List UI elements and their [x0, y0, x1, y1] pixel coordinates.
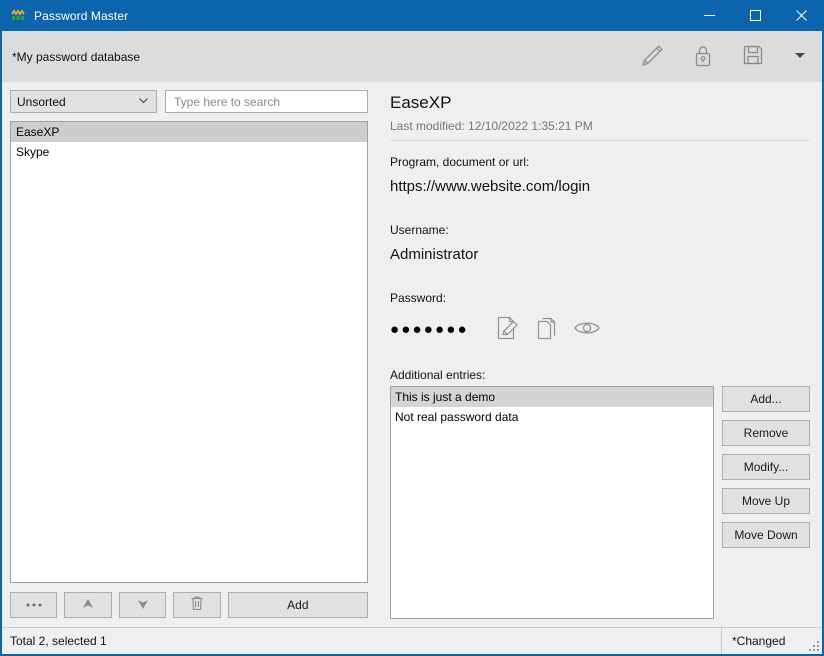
move-up-additional-button[interactable]: Move Up — [722, 488, 810, 514]
search-box[interactable] — [165, 90, 368, 113]
username-label: Username: — [390, 223, 449, 237]
url-value[interactable]: https://www.website.com/login — [390, 178, 810, 195]
edit-password-button[interactable] — [487, 313, 527, 345]
ellipsis-icon — [24, 598, 44, 612]
page-title: EaseXP — [390, 93, 452, 112]
window-title: Password Master — [34, 8, 129, 23]
toolbar: *My password database — [2, 31, 822, 82]
password-label: Password: — [390, 291, 447, 305]
delete-button[interactable] — [173, 592, 221, 618]
add-additional-button[interactable]: Add... — [722, 386, 810, 412]
arrow-down-icon — [135, 596, 151, 615]
save-floppy-icon — [739, 41, 767, 72]
copy-pages-icon — [533, 314, 561, 345]
move-down-additional-button[interactable]: Move Down — [722, 522, 810, 548]
resize-grip[interactable] — [808, 640, 819, 651]
last-modified-label: Last modified: 12/10/2022 1:35:21 PM — [390, 119, 810, 141]
add-entry-button[interactable]: Add — [227, 592, 368, 618]
sort-combo[interactable]: Unsorted — [10, 90, 157, 113]
window-controls — [686, 0, 824, 31]
pencil-icon — [639, 41, 667, 72]
entries-panel: Unsorted EaseXP Skype — [2, 82, 376, 627]
eye-icon — [572, 317, 602, 342]
edit-button[interactable] — [628, 31, 678, 82]
list-item[interactable]: This is just a demo — [391, 387, 713, 407]
app-logo-icon — [10, 8, 26, 24]
filter-row: Unsorted — [10, 90, 368, 113]
minimize-button[interactable] — [686, 0, 732, 31]
additional-entries-label: Additional entries: — [390, 368, 486, 382]
close-button[interactable] — [778, 0, 824, 31]
search-input[interactable] — [172, 93, 361, 110]
maximize-button[interactable] — [732, 0, 778, 31]
application-window: Password Master *My password database Un… — [0, 0, 824, 656]
arrow-up-icon — [80, 596, 96, 615]
list-item[interactable]: Not real password data — [391, 407, 713, 427]
detail-panel: EaseXP Last modified: 12/10/2022 1:35:21… — [376, 82, 822, 627]
username-value[interactable]: Administrator — [390, 246, 810, 263]
lock-icon — [689, 41, 717, 72]
url-label: Program, document or url: — [390, 155, 530, 169]
sort-combo-value: Unsorted — [17, 94, 66, 109]
reveal-password-button[interactable] — [567, 313, 607, 345]
entry-list[interactable]: EaseXP Skype — [10, 121, 368, 583]
lock-button[interactable] — [678, 31, 728, 82]
copy-password-button[interactable] — [527, 313, 567, 345]
list-item[interactable]: Skype — [11, 142, 367, 162]
document-pencil-icon — [493, 314, 521, 345]
database-name-label: *My password database — [12, 49, 141, 64]
additional-entries-list[interactable]: This is just a demo Not real password da… — [390, 386, 714, 619]
chevron-down-icon — [792, 47, 808, 66]
status-changed-label: *Changed — [732, 634, 786, 648]
status-bar: Total 2, selected 1 *Changed — [2, 627, 822, 654]
password-masked-value: ●●●●●●● — [390, 320, 469, 338]
modify-additional-button[interactable]: Modify... — [722, 454, 810, 480]
move-up-button[interactable] — [64, 592, 112, 618]
remove-additional-button[interactable]: Remove — [722, 420, 810, 446]
toolbar-buttons — [628, 31, 822, 82]
title-bar: Password Master — [0, 0, 824, 31]
more-options-button[interactable] — [10, 592, 58, 618]
password-row: ●●●●●●● — [390, 314, 810, 344]
list-item[interactable]: EaseXP — [11, 122, 367, 142]
additional-entries-row: This is just a demo Not real password da… — [390, 386, 810, 619]
entry-actions: Add — [10, 583, 368, 627]
main-content: Unsorted EaseXP Skype — [2, 82, 822, 627]
more-menu-button[interactable] — [778, 31, 822, 82]
additional-entries-actions: Add... Remove Modify... Move Up Move Dow… — [722, 386, 810, 619]
trash-icon — [189, 595, 205, 615]
status-total-label: Total 2, selected 1 — [10, 634, 107, 648]
save-button[interactable] — [728, 31, 778, 82]
move-down-button[interactable] — [118, 592, 167, 618]
chevron-down-icon — [137, 94, 150, 110]
